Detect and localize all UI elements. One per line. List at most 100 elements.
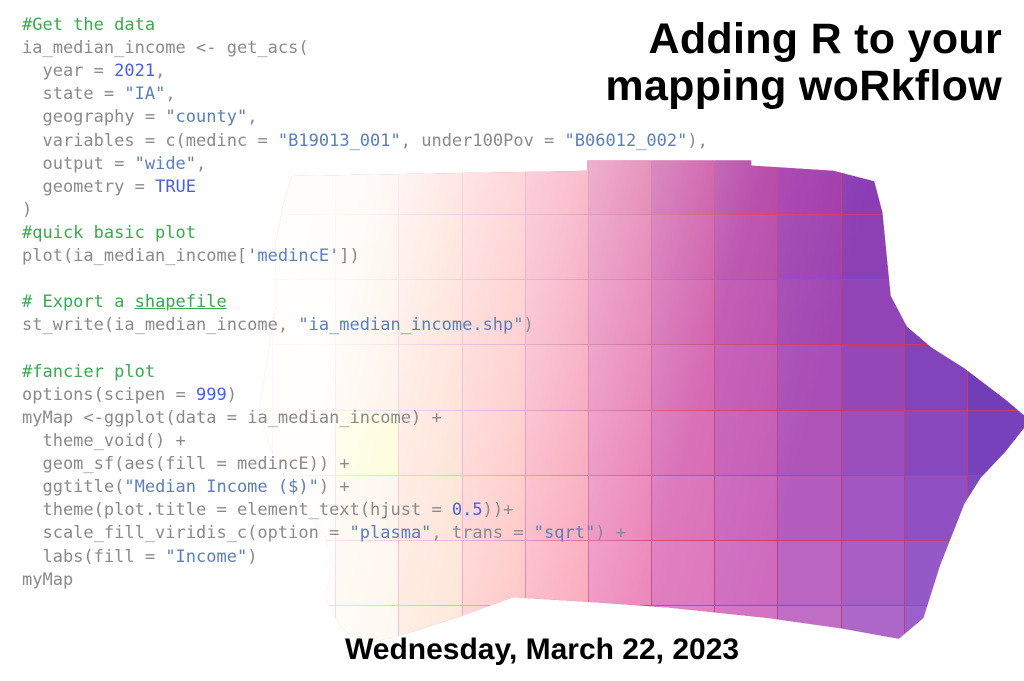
map-cell (842, 541, 904, 605)
code-plus: + (431, 408, 441, 428)
code-comment: #fancier plot (22, 362, 155, 382)
map-cell (778, 411, 840, 475)
map-cell (842, 215, 904, 279)
code-text: ggtitle( (22, 477, 124, 497)
code-text: , under100Pov (401, 131, 544, 151)
event-date: Wednesday, March 22, 2023 (345, 633, 739, 667)
code-text: geometry (22, 177, 135, 197)
code-text: ) (524, 315, 534, 335)
code-text: medincE)) (227, 454, 340, 474)
code-plus: + (339, 477, 349, 497)
code-text: options(scipen (22, 385, 176, 405)
code-eq: = (135, 177, 145, 197)
code-text: element_text(hjust (227, 500, 432, 520)
code-text: , trans (431, 523, 513, 543)
code-text: c(medinc (155, 131, 257, 151)
map-cell (715, 345, 777, 409)
code-eq: = (145, 547, 155, 567)
code-text: ggplot(data (104, 408, 227, 428)
map-cell (905, 150, 967, 214)
map-cell (715, 411, 777, 475)
title-line-1: Adding R to your (648, 15, 1002, 63)
code-text: , (165, 84, 175, 104)
code-eq: = (94, 61, 104, 81)
code-eq: = (145, 131, 155, 151)
code-eq: = (216, 500, 226, 520)
code-plus: + (339, 454, 349, 474)
code-bool: TRUE (145, 177, 196, 197)
code-text: scale_fill_viridis_c(option (22, 523, 329, 543)
code-text: ) (247, 547, 257, 567)
code-comment-underline: shapefile (135, 292, 227, 312)
code-text: output (22, 154, 114, 174)
map-cell (778, 345, 840, 409)
code-text: , (247, 107, 257, 127)
code-string: "B19013_001" (268, 131, 401, 151)
code-text: labs(fill (22, 547, 145, 567)
code-plus: + (616, 523, 626, 543)
code-string: "plasma" (339, 523, 431, 543)
code-text: ) (319, 477, 339, 497)
code-text: get_acs( (216, 38, 308, 58)
map-cell (905, 606, 967, 670)
code-string: "B06012_002" (554, 131, 687, 151)
map-cell (778, 280, 840, 344)
code-text: ) (227, 385, 237, 405)
code-text: geography (22, 107, 145, 127)
code-assign: <- (83, 408, 103, 428)
code-text: geom_sf(aes(fill (22, 454, 216, 474)
code-text: ]) (339, 246, 359, 266)
code-text: ia_median_income (22, 38, 196, 58)
map-cell (968, 345, 1024, 409)
map-cell (968, 606, 1024, 670)
map-cell (905, 541, 967, 605)
code-string: "Income" (155, 547, 247, 567)
code-eq: = (145, 107, 155, 127)
code-text: ) (595, 523, 615, 543)
code-eq: = (544, 131, 554, 151)
map-cell (210, 606, 272, 670)
code-eq: = (257, 131, 267, 151)
map-cell (968, 411, 1024, 475)
code-eq: = (513, 523, 523, 543)
code-text: variables (22, 131, 145, 151)
code-number: 2021 (104, 61, 155, 81)
code-number: 0.5 (442, 500, 483, 520)
code-text: ) (22, 200, 32, 220)
code-text: myMap (22, 408, 83, 428)
code-eq: = (227, 408, 237, 428)
code-string: "IA" (114, 84, 165, 104)
map-cell (842, 280, 904, 344)
code-text: , (196, 154, 206, 174)
code-comment: #Get the data (22, 15, 155, 35)
map-cell (842, 411, 904, 475)
map-cell (778, 476, 840, 540)
map-cell (968, 476, 1024, 540)
map-cell (778, 606, 840, 670)
code-plus: + (503, 500, 513, 520)
code-string: "county" (155, 107, 247, 127)
map-cell (715, 476, 777, 540)
code-string: "sqrt" (524, 523, 596, 543)
code-comment: #quick basic plot (22, 223, 196, 243)
map-cell (905, 476, 967, 540)
code-text: theme_void() (22, 431, 176, 451)
map-cell (715, 280, 777, 344)
map-cell (842, 345, 904, 409)
code-plus: + (176, 431, 186, 451)
code-string: "Median Income ($)" (124, 477, 318, 497)
map-cell (968, 215, 1024, 279)
code-text: myMap (22, 570, 73, 590)
map-cell (778, 215, 840, 279)
map-cell (905, 215, 967, 279)
map-cell (273, 606, 335, 670)
code-text: ), (687, 131, 707, 151)
code-text: state (22, 84, 104, 104)
code-eq: = (104, 84, 114, 104)
code-text: theme(plot.title (22, 500, 216, 520)
code-text: year (22, 61, 94, 81)
map-cell (778, 541, 840, 605)
code-eq: = (329, 523, 339, 543)
map-cell (715, 541, 777, 605)
map-cell (778, 150, 840, 214)
